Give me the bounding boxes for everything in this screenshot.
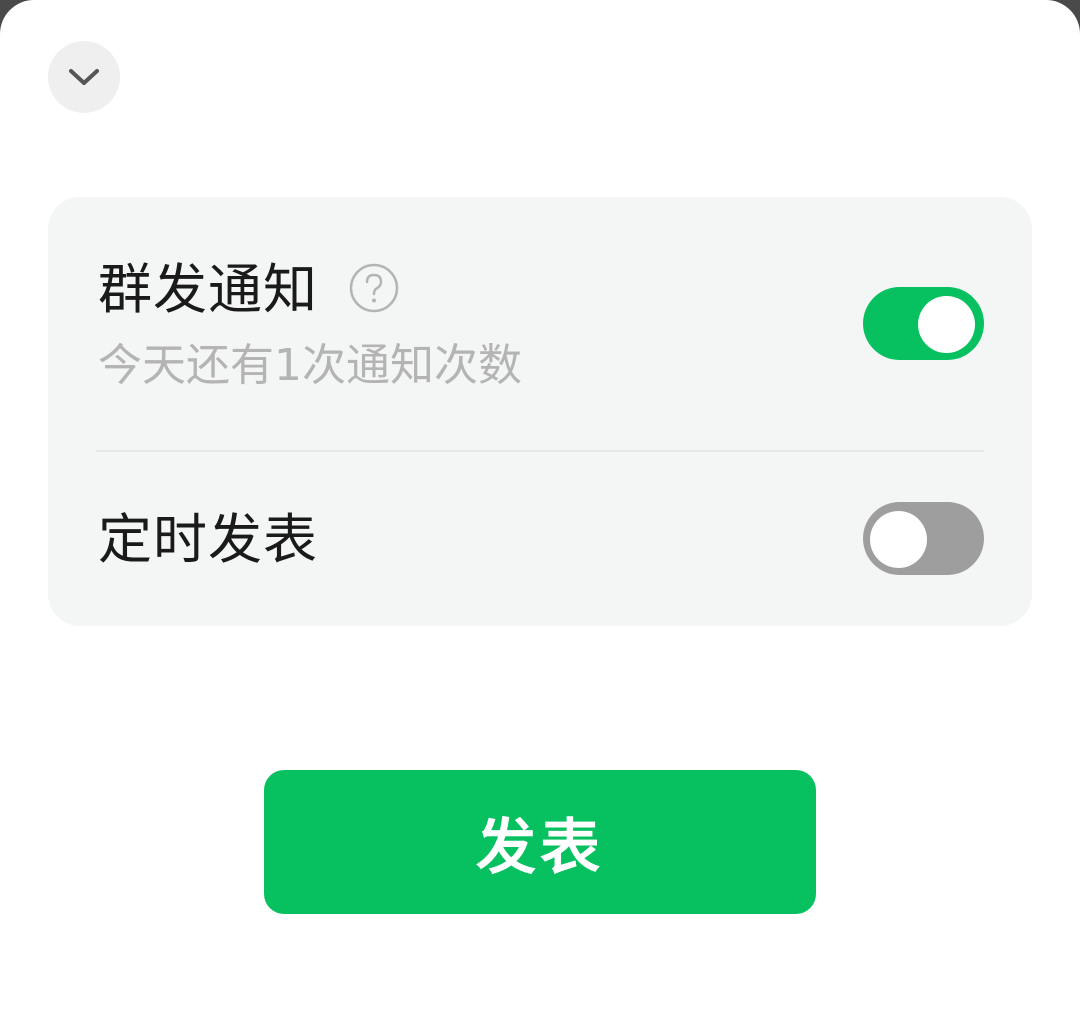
question-circle-icon[interactable] [349, 263, 399, 313]
chevron-down-icon [69, 69, 99, 85]
bottom-sheet: 群发通知 今天还有1次通知次数 定时发表 发表 [0, 0, 1080, 1016]
scheduled-publish-title: 定时发表 [98, 508, 318, 571]
settings-card: 群发通知 今天还有1次通知次数 定时发表 [48, 197, 1032, 626]
publish-button[interactable]: 发表 [264, 770, 816, 914]
group-notify-title: 群发通知 [98, 258, 318, 321]
divider [96, 450, 984, 452]
toggle-knob [870, 511, 927, 568]
scheduled-publish-toggle[interactable] [863, 502, 984, 575]
group-notify-toggle[interactable] [863, 287, 984, 360]
collapse-button[interactable] [48, 41, 120, 113]
group-notify-subtitle: 今天还有1次通知次数 [98, 340, 522, 391]
toggle-knob [918, 296, 975, 353]
